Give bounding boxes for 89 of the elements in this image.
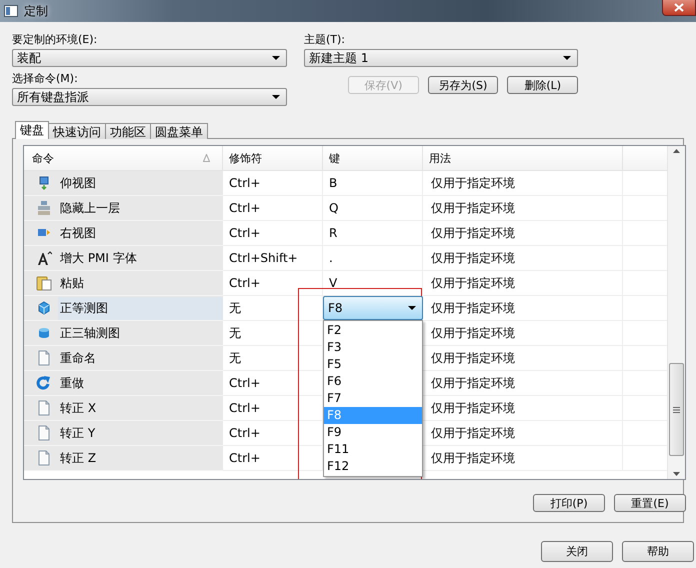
key-option[interactable]: F7 [324, 390, 422, 407]
table-cell: R [323, 221, 423, 246]
command-name[interactable]: 转正 Z [58, 446, 98, 470]
tab[interactable]: 键盘 [15, 121, 49, 139]
key-option[interactable]: F2 [324, 322, 422, 339]
table-cell: 仅用于指定环境 [423, 221, 623, 246]
dialog-button[interactable]: 帮助 [622, 541, 694, 562]
theme-dropdown[interactable]: 新建主题 1 [304, 49, 578, 67]
field-label: 要定制的环境(E): [12, 32, 98, 47]
cylinder-icon [36, 325, 52, 341]
table-cell: Ctrl+ [223, 421, 323, 446]
redo-icon [36, 375, 52, 391]
key-option[interactable]: F9 [324, 424, 422, 441]
key-option[interactable]: F12 [324, 458, 422, 475]
environment-dropdown[interactable]: 装配 [12, 49, 287, 67]
key-dropdown[interactable]: F8 [323, 296, 423, 320]
command-name[interactable]: 重做 [58, 372, 86, 394]
theme-button[interactable]: 删除(L) [507, 76, 578, 94]
table-cell: 仅用于指定环境 [423, 196, 623, 221]
table-cell: 仅用于指定环境 [423, 271, 623, 296]
document-icon [36, 450, 52, 466]
key-option[interactable]: F6 [324, 373, 422, 390]
column-header: 修饰符 [229, 150, 263, 166]
command-name[interactable]: 转正 X [58, 396, 98, 420]
table-cell: 仅用于指定环境 [423, 421, 623, 446]
close-button[interactable] [662, 0, 696, 16]
document-icon [36, 350, 52, 366]
command-dropdown[interactable]: 所有键盘指派 [12, 88, 287, 106]
close-icon [674, 3, 684, 12]
window-icon [4, 5, 18, 17]
command-name[interactable]: 右视图 [58, 222, 98, 244]
column-header: 命令 [32, 150, 55, 166]
dialog-button[interactable]: 关闭 [541, 541, 613, 562]
table-cell: 仅用于指定环境 [423, 396, 623, 421]
table-cell: . [323, 246, 423, 271]
field-label: 主题(T): [304, 32, 346, 47]
table-cell: Ctrl+ [223, 196, 323, 221]
font-size-icon [36, 250, 52, 266]
key-option[interactable]: F11 [324, 441, 422, 458]
table-cell: Q [323, 196, 423, 221]
table-cell: 仅用于指定环境 [423, 446, 623, 471]
table-cell: 无 [223, 321, 323, 346]
field-label: 选择命令(M): [12, 71, 79, 86]
scrollbar[interactable] [667, 146, 685, 479]
command-name[interactable]: 正等测图 [58, 296, 223, 320]
table-cell: Ctrl+ [223, 171, 323, 196]
tab[interactable]: 功能区 [105, 123, 151, 139]
table-cell: Ctrl+ [223, 396, 323, 421]
command-name[interactable]: 仰视图 [58, 172, 98, 194]
tab[interactable]: 圆盘菜单 [150, 123, 208, 139]
table-cell: Ctrl+ [223, 221, 323, 246]
table-cell: 仅用于指定环境 [423, 171, 623, 196]
table-cell: Ctrl+ [223, 271, 323, 296]
dropdown-arrow-icon [408, 306, 416, 310]
key-option[interactable]: F3 [324, 339, 422, 356]
table-cell: B [323, 171, 423, 196]
dropdown-arrow-icon [272, 95, 280, 99]
layers-icon [36, 200, 52, 216]
table-cell: 仅用于指定环境 [423, 246, 623, 271]
cube-icon [36, 300, 52, 316]
scroll-thumb[interactable] [669, 363, 684, 456]
table-cell: 无 [223, 346, 323, 371]
scroll-up-icon [673, 149, 680, 153]
dropdown-arrow-icon [272, 56, 280, 60]
command-name[interactable]: 重命名 [58, 346, 98, 370]
grip-icon [673, 406, 680, 412]
clipboard-icon [36, 275, 52, 291]
table-cell: Ctrl+Shift+ [223, 246, 323, 271]
key-option[interactable]: F5 [324, 356, 422, 373]
panel-button[interactable]: 打印(P) [533, 494, 605, 512]
panel-button[interactable]: 重置(E) [614, 494, 686, 512]
column-header: 用法 [429, 150, 452, 166]
document-icon [36, 400, 52, 416]
window-title: 定制 [24, 2, 49, 20]
command-name[interactable]: 粘贴 [58, 272, 86, 294]
table-cell: 仅用于指定环境 [423, 321, 623, 346]
tab[interactable]: 快速访问 [48, 123, 106, 139]
theme-button[interactable]: 另存为(S) [428, 76, 498, 94]
table-cell: 仅用于指定环境 [423, 296, 623, 321]
scroll-down-icon [673, 472, 680, 476]
table-cell: Ctrl+ [223, 371, 323, 396]
sort-icon [203, 154, 210, 162]
document-icon [36, 425, 52, 441]
table-cell: Ctrl+ [223, 446, 323, 471]
dropdown-arrow-icon [563, 56, 571, 60]
table-cell: 仅用于指定环境 [423, 346, 623, 371]
table-cell: 仅用于指定环境 [423, 371, 623, 396]
command-name[interactable]: 转正 Y [58, 422, 98, 444]
column-header: 键 [329, 150, 341, 166]
